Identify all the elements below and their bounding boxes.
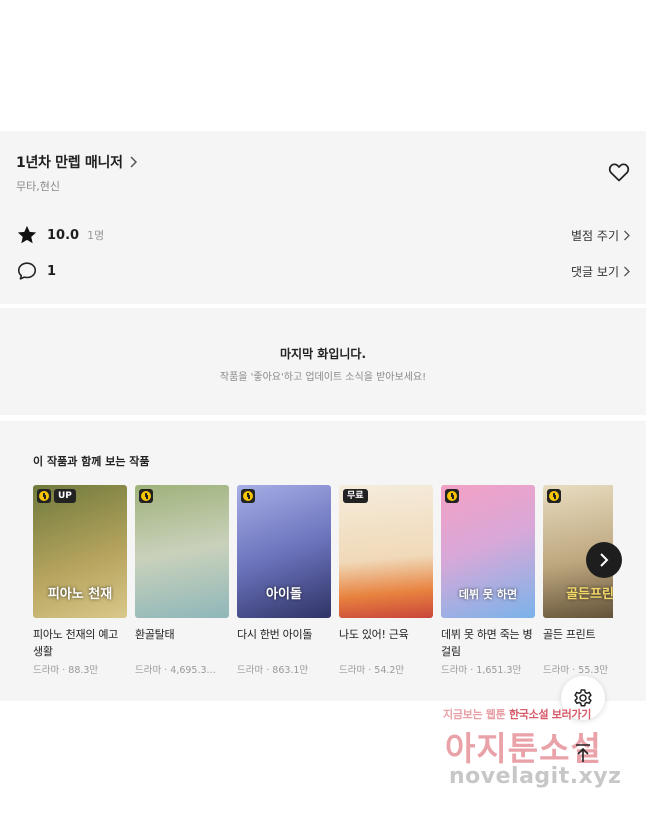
work-genre: 무타,현신 [16,180,60,193]
thumbnail-title-art: 피아노 천재 [47,587,113,602]
work-title-link[interactable]: 1년차 만렙 매니저 [16,152,137,172]
work-title: 1년차 만렙 매니저 [16,155,123,171]
card-thumbnail: UP 피아노 천재 [33,485,127,618]
comment-count: 1 [47,263,57,279]
chevron-right-icon [624,230,630,240]
top-blank-area [0,0,646,131]
view-comments-button[interactable]: 댓글 보기 [571,263,630,280]
carousel-next-button[interactable] [586,542,622,578]
thumbnail-title-art: 데뷔 못 하면 [458,588,518,601]
thumbnail-title-art: 아이돌 [266,587,302,602]
arrow-up-icon [576,744,590,762]
chevron-right-icon [624,266,630,276]
card-thumbnail: 아이돌 [237,485,331,618]
card-meta: 드라마 · 88.3만 [33,665,99,676]
card-title: 환골탈태 [135,628,175,641]
card-title: 골든 프린트 [543,628,596,641]
clock-icon [445,489,459,503]
clock-icon [37,489,51,503]
view-comments-label: 댓글 보기 [571,264,619,279]
chevron-right-icon [130,156,137,168]
up-badge: UP [54,489,76,503]
star-icon [16,224,38,246]
card-thumbnail [135,485,229,618]
recommendation-card[interactable]: 무료 나도 있어! 근육 드라마 · 54.2만 [339,485,433,676]
rate-button[interactable]: 별점 주기 [571,227,630,244]
recommendations-heading: 이 작품과 함께 보는 작품 [33,455,150,468]
heart-icon[interactable] [607,160,631,184]
recommendation-card[interactable]: 데뷔 못 하면 데뷔 못 하면 죽는 병 걸림 드라마 · 1,651.3만 [441,485,535,676]
chevron-right-icon [600,553,609,567]
card-meta: 드라마 · 55.3만 [543,665,609,676]
last-episode-panel: 마지막 화입니다. 작품을 '좋아요'하고 업데이트 소식을 받아보세요! [0,308,646,415]
rating-row: 10.0 1명 별점 주기 [16,224,630,246]
thumbnail-title-art: 골든프린 [566,587,613,602]
recommendation-card[interactable]: 환골탈태 드라마 · 4,695.3... [135,485,229,676]
watermark-tagline: 지금보는 웹툰 한국소설 보러가기 [443,708,592,721]
comment-row: 1 댓글 보기 [16,260,630,282]
card-title: 다시 한번 아이돌 [237,628,313,641]
clock-icon [547,489,561,503]
recommendation-card[interactable]: 골든프린 골든 프린트 드라마 · 55.3만 [543,485,613,676]
card-thumbnail: 데뷔 못 하면 [441,485,535,618]
recommendations-panel: 이 작품과 함께 보는 작품 UP 피아노 천재 피아노 천재의 예고 생활 드… [0,421,646,701]
rating-count: 1명 [87,229,105,242]
rating-value: 10.0 [47,227,80,243]
recommendation-card[interactable]: UP 피아노 천재 피아노 천재의 예고 생활 드라마 · 88.3만 [33,485,127,676]
last-episode-subtitle: 작품을 '좋아요'하고 업데이트 소식을 받아보세요! [219,372,427,383]
clock-icon [139,489,153,503]
card-meta: 드라마 · 1,651.3만 [441,665,522,676]
card-title: 피아노 천재의 예고 생활 [33,628,118,658]
watermark: 지금보는 웹툰 한국소설 보러가기 아지툰소설 novelagit.xyz [443,706,633,802]
card-title: 데뷔 못 하면 죽는 병 걸림 [441,628,533,658]
card-title: 나도 있어! 근육 [339,628,409,641]
rate-button-label: 별점 주기 [571,228,619,243]
card-meta: 드라마 · 863.1만 [237,665,309,676]
recommendation-carousel: UP 피아노 천재 피아노 천재의 예고 생활 드라마 · 88.3만 환골탈태… [33,485,613,695]
card-thumbnail: 무료 [339,485,433,618]
card-meta: 드라마 · 54.2만 [339,665,405,676]
scroll-top-button[interactable] [568,738,598,768]
card-meta: 드라마 · 4,695.3... [135,665,216,676]
clock-icon [241,489,255,503]
recommendation-card[interactable]: 아이돌 다시 한번 아이돌 드라마 · 863.1만 [237,485,331,676]
last-episode-title: 마지막 화입니다. [279,347,367,361]
comment-icon [16,260,38,282]
free-badge: 무료 [343,489,368,503]
